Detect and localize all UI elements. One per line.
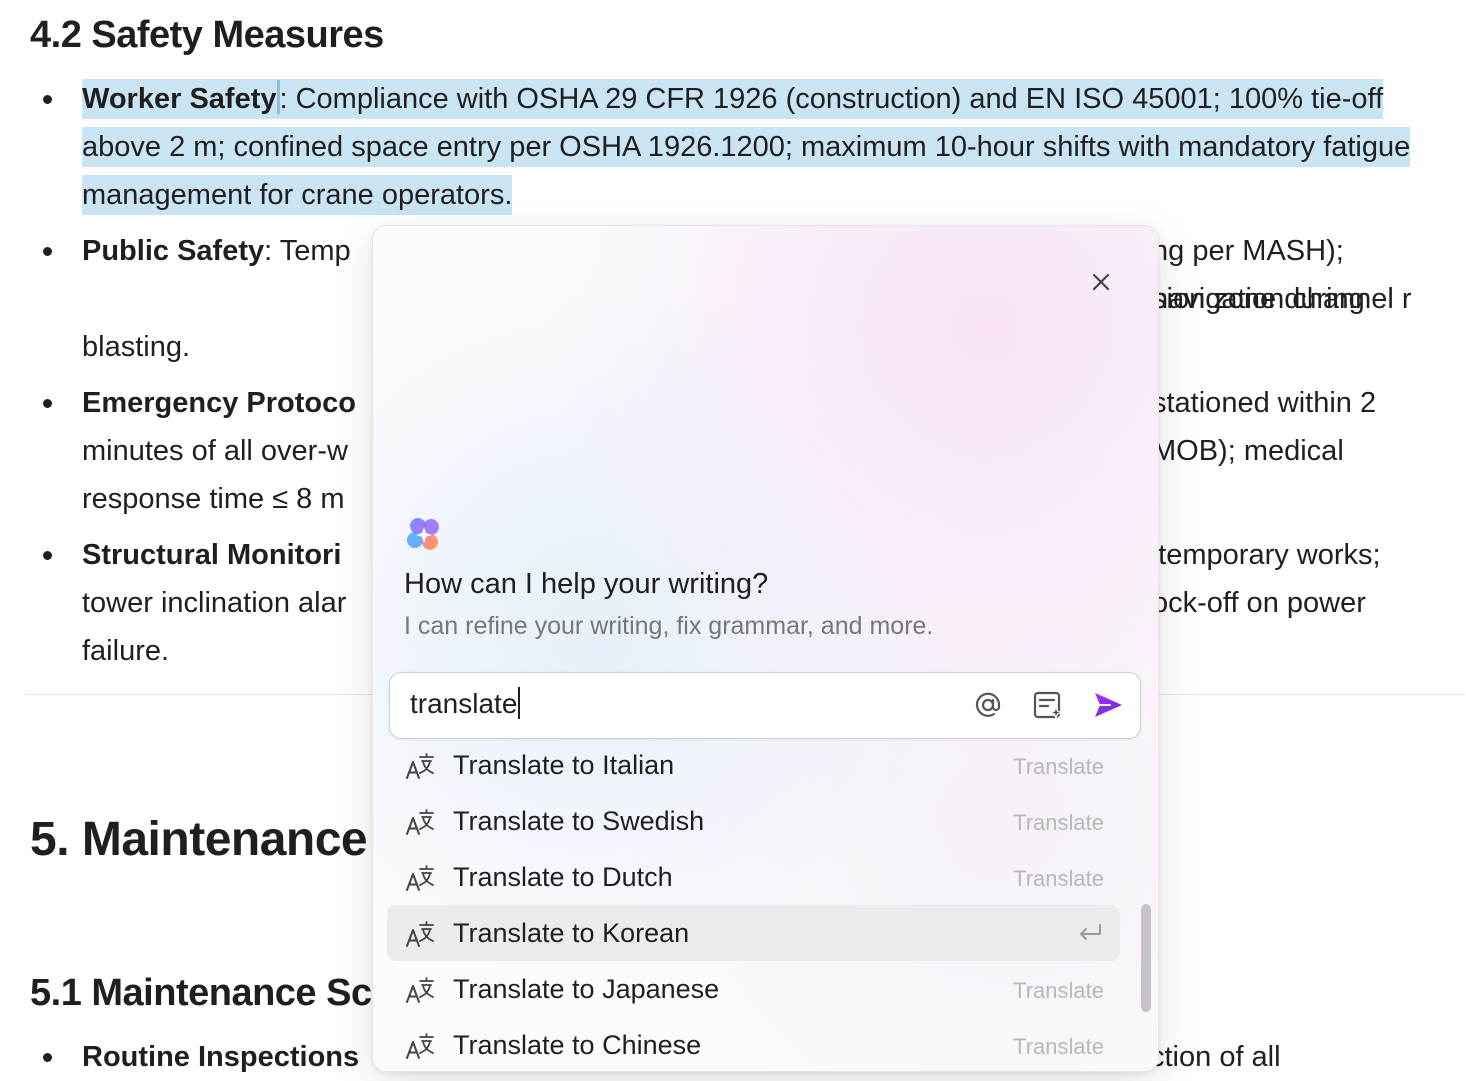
translate-icon bbox=[405, 807, 435, 837]
suggestion-label: Translate to Chinese bbox=[453, 1030, 702, 1060]
suggestion-hint: Translate bbox=[1013, 978, 1104, 1003]
suggestion-item[interactable]: Translate to Chinese Translate bbox=[387, 1017, 1120, 1071]
suggestion-item[interactable]: Translate to Dutch Translate bbox=[387, 849, 1120, 905]
ai-writing-assistant-popup: How can I help your writing? I can refin… bbox=[372, 225, 1159, 1072]
bullet-text: minutes of all over-w bbox=[82, 435, 348, 467]
suggestion-label: Translate to Japanese bbox=[453, 974, 720, 1004]
send-button[interactable] bbox=[1090, 687, 1126, 723]
suggestion-item[interactable]: Translate to Swedish Translate bbox=[387, 793, 1120, 849]
bullet-text: : Compliance with OSHA 29 CFR 1926 (cons… bbox=[82, 83, 1411, 211]
section-heading-4-2: 4.2 Safety Measures bbox=[30, 14, 384, 56]
translate-icon bbox=[405, 751, 435, 781]
suggestion-list[interactable]: Translate to Italian Translate Translate t… bbox=[373, 739, 1158, 1071]
translate-icon bbox=[405, 975, 435, 1005]
mention-button[interactable] bbox=[970, 687, 1006, 723]
suggestion-item[interactable]: Translate to Japanese Translate bbox=[387, 961, 1120, 1017]
prompt-input[interactable]: translate bbox=[389, 672, 1141, 739]
suggestion-hint: Translate bbox=[1013, 754, 1104, 779]
bullet-text-right: sion zone during bbox=[1152, 283, 1365, 315]
list-item[interactable]: Worker Safety: Compliance with OSHA 29 C… bbox=[0, 75, 1442, 219]
bullet-text: failure. bbox=[82, 635, 170, 667]
prompt-library-button[interactable] bbox=[1030, 687, 1066, 723]
section-heading-5-1: 5.1 Maintenance Sc bbox=[30, 972, 372, 1014]
suggestion-hint: Translate bbox=[1013, 866, 1104, 891]
translate-icon bbox=[405, 919, 435, 949]
bullet-text-right: stationed within 2 bbox=[1152, 387, 1377, 419]
bullet-label: Worker Safety bbox=[82, 83, 277, 115]
translate-icon bbox=[405, 863, 435, 893]
section-heading-5: 5. Maintenance bbox=[30, 813, 368, 866]
scrollbar-thumb[interactable] bbox=[1141, 904, 1151, 1012]
enter-key-icon bbox=[1076, 921, 1104, 945]
suggestion-label: Translate to Dutch bbox=[453, 862, 673, 892]
bullet-text: response time ≤ 8 m bbox=[82, 483, 345, 515]
bullet-text-right: n temporary works; bbox=[1134, 539, 1381, 571]
document-sparkle-icon bbox=[1033, 691, 1064, 720]
bullet-text-right: MOB); medical bbox=[1152, 435, 1344, 467]
bullet-label: Emergency Protoco bbox=[82, 387, 356, 419]
prompt-input-value: translate bbox=[410, 688, 518, 719]
bullet-label: Public Safety bbox=[82, 235, 265, 267]
popup-title: How can I help your writing? bbox=[404, 568, 769, 600]
suggestion-label: Translate to Italian bbox=[453, 750, 675, 780]
suggestion-item[interactable]: Translate to Korean bbox=[387, 905, 1120, 961]
bullet-label: Routine Inspections bbox=[82, 1041, 360, 1073]
bullet-text-right: ction of all bbox=[1150, 1041, 1281, 1073]
bullet-text-right: ock-off on power bbox=[1152, 587, 1366, 619]
suggestion-label: Translate to Swedish bbox=[453, 806, 705, 836]
bullet-label: Structural Monitori bbox=[82, 539, 342, 571]
close-button[interactable] bbox=[1085, 266, 1117, 298]
suggestion-item[interactable]: Translate to Italian Translate bbox=[387, 739, 1120, 793]
suggestion-hint: Translate bbox=[1013, 810, 1104, 835]
close-icon bbox=[1092, 273, 1110, 291]
popup-subtitle: I can refine your writing, fix grammar, … bbox=[404, 612, 934, 640]
send-icon bbox=[1095, 693, 1122, 717]
text-caret bbox=[518, 687, 521, 719]
suggestion-hint: Translate bbox=[1013, 1034, 1104, 1059]
at-sign-icon bbox=[975, 692, 1001, 717]
bullet-text: : Temp bbox=[264, 235, 351, 267]
suggestion-label: Translate to Korean bbox=[453, 918, 690, 948]
translate-icon bbox=[405, 1031, 435, 1061]
bullet-text: tower inclination alar bbox=[82, 587, 347, 619]
ai-assistant-logo-icon bbox=[403, 514, 445, 556]
bullet-text: blasting. bbox=[82, 331, 191, 363]
